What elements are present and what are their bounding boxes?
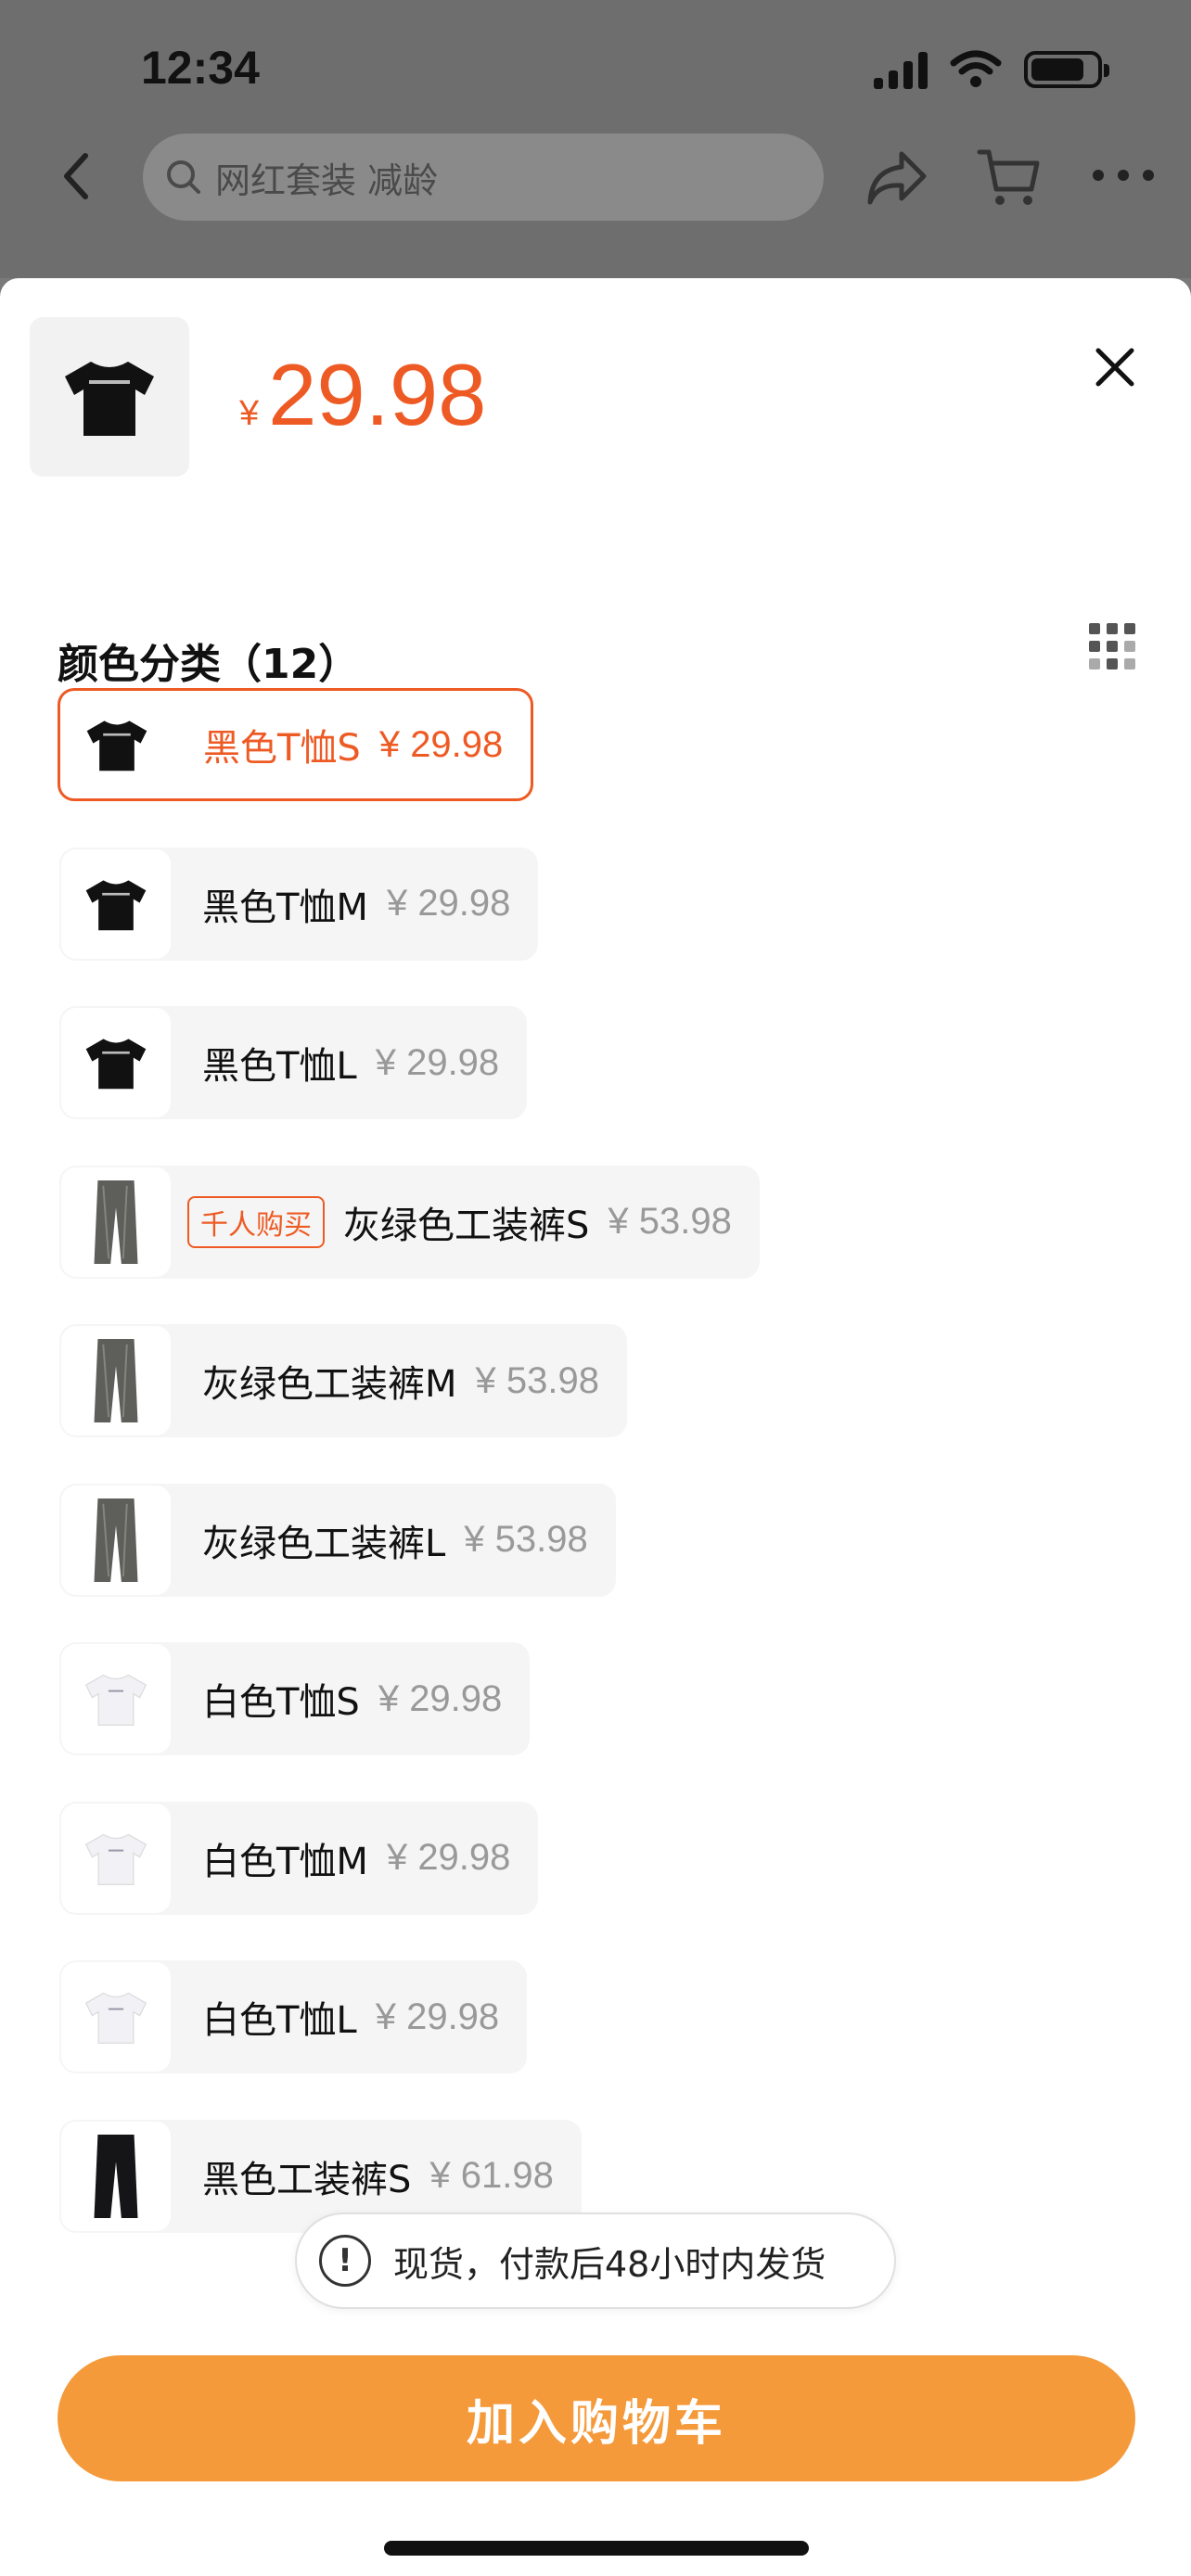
cellular-signal-icon — [874, 50, 928, 89]
variant-name: 黑色工装裤S — [202, 2158, 412, 2201]
battery-icon — [1024, 51, 1109, 88]
add-to-cart-button[interactable]: 加入购物车 — [58, 2355, 1135, 2481]
variant-name: 灰绿色工装裤M — [202, 1363, 457, 1406]
gray-pants-icon — [61, 1167, 171, 1277]
black-tshirt-icon — [61, 1008, 171, 1117]
sku-selector-sheet: ¥ 29.98 颜色分类（12） 黑色T恤S ¥ 29.98 黑色T恤M ¥ 29.9… — [0, 278, 1191, 2576]
close-icon[interactable] — [1091, 343, 1139, 391]
variant-price: ¥ 53.98 — [464, 1519, 588, 1560]
variant-price: ¥ 29.98 — [375, 1996, 500, 2037]
variant-price: ¥ 29.98 — [386, 1837, 511, 1878]
variant-option[interactable]: 灰绿色工装裤L ¥ 53.98 — [59, 1483, 616, 1597]
info-icon: ! — [319, 2235, 371, 2287]
popular-badge: 千人购买 — [187, 1195, 325, 1248]
variant-price: ¥ 29.98 — [378, 723, 504, 765]
search-icon — [167, 160, 200, 194]
variant-option[interactable]: 黑色T恤M ¥ 29.98 — [59, 847, 539, 961]
stock-toast: ! 现货，付款后48小时内发货 — [295, 2213, 896, 2309]
price-value: 29.98 — [268, 346, 487, 443]
variant-name: 黑色T恤L — [202, 1045, 357, 1088]
more-icon[interactable] — [1093, 165, 1154, 185]
variant-name: 灰绿色工装裤L — [202, 1522, 446, 1565]
status-time: 12:34 — [141, 42, 260, 94]
product-price: ¥ 29.98 — [239, 345, 486, 445]
variant-price: ¥ 53.98 — [475, 1359, 599, 1401]
black-tshirt-icon — [65, 362, 154, 436]
variant-option[interactable]: 白色T恤L ¥ 29.98 — [59, 1960, 528, 2073]
variant-price: ¥ 29.98 — [375, 1041, 500, 1083]
variant-name: 灰绿色工装裤S — [343, 1204, 590, 1247]
variant-name: 白色T恤L — [202, 1999, 357, 2042]
variant-option[interactable]: 白色T恤S ¥ 29.98 — [59, 1642, 531, 1755]
black-tshirt-icon — [62, 690, 172, 799]
black-tshirt-icon — [61, 848, 171, 959]
variant-name: 黑色T恤S — [203, 727, 361, 770]
home-indicator — [384, 2541, 809, 2556]
search-input[interactable]: 网红套装 减龄 — [143, 134, 824, 221]
product-thumbnail — [30, 317, 189, 477]
price-currency: ¥ — [239, 394, 260, 433]
white-tshirt-icon — [61, 1644, 171, 1753]
grid-view-icon[interactable] — [1089, 623, 1135, 670]
share-icon[interactable] — [864, 148, 929, 208]
variant-price: ¥ 53.98 — [608, 1201, 732, 1242]
variant-name: 黑色T恤M — [202, 886, 368, 929]
search-placeholder: 网红套装 减龄 — [215, 159, 439, 201]
variant-option[interactable]: 白色T恤M ¥ 29.98 — [59, 1801, 539, 1915]
white-tshirt-icon — [61, 1962, 171, 2072]
back-arrow-icon[interactable] — [50, 148, 106, 204]
gray-pants-icon — [61, 1326, 171, 1435]
gray-pants-icon — [61, 1485, 171, 1595]
variant-option[interactable]: 黑色T恤S ¥ 29.98 — [58, 688, 534, 801]
variant-option[interactable]: 黑色T恤L ¥ 29.98 — [59, 1006, 528, 1119]
variant-price: ¥ 61.98 — [429, 2155, 554, 2196]
cart-icon[interactable] — [976, 145, 1043, 210]
variant-name: 白色T恤S — [202, 1681, 360, 1724]
section-title: 颜色分类（12） — [58, 641, 360, 688]
variant-price: ¥ 29.98 — [378, 1677, 503, 1719]
toast-text: 现货，付款后48小时内发货 — [393, 2243, 826, 2285]
variant-option[interactable]: 灰绿色工装裤M ¥ 53.98 — [59, 1324, 627, 1437]
wifi-icon — [950, 50, 1002, 87]
variant-name: 白色T恤M — [202, 1840, 368, 1883]
white-tshirt-icon — [61, 1803, 171, 1913]
variant-price: ¥ 29.98 — [386, 883, 511, 924]
variant-option[interactable]: 千人购买 灰绿色工装裤S ¥ 53.98 — [59, 1165, 760, 1279]
status-icons — [874, 46, 1109, 93]
black-pants-icon — [61, 2121, 171, 2231]
